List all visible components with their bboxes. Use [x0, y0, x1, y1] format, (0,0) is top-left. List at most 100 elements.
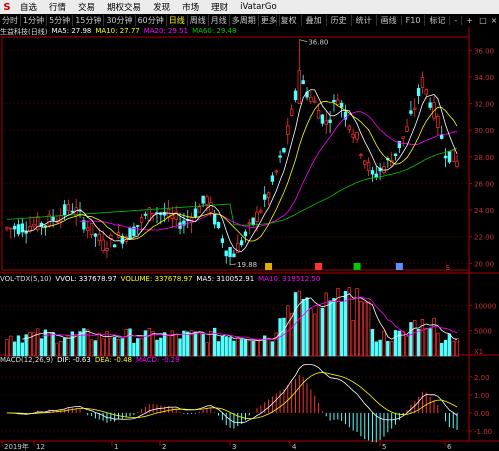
candle-body [313, 100, 317, 103]
candle-body [286, 125, 290, 135]
vol-ma5-value: MA5: 310052.91 [196, 275, 255, 283]
volume-bar [255, 340, 259, 357]
low-label: 19.88 [237, 261, 257, 269]
candle-body [266, 192, 271, 199]
price-legend: 生益科技(日线) MA5: 27.98 MA10: 27.77 MA20: 29… [0, 27, 236, 37]
x-tick-label: 5 [382, 443, 386, 451]
volume-bar [351, 320, 355, 357]
volume-bar [320, 307, 325, 357]
volume-bar [439, 342, 444, 357]
volume-bar [366, 301, 371, 357]
macd-tick-label: 1.00 [474, 392, 490, 400]
candle-body [374, 173, 378, 178]
candle-body [143, 213, 148, 216]
x-tick-label: 2019年 [4, 442, 29, 451]
candle-body [139, 217, 144, 223]
macd-legend: MACD(12,26,9) DIF: -0.63 DEA: -0.48 MACD… [0, 356, 180, 366]
price-tick-label: 24.00 [474, 207, 494, 215]
volume-bar [178, 338, 182, 357]
candle-body [136, 225, 140, 227]
candle-body [309, 96, 313, 103]
ma60-value: MA60: 29.48 [192, 27, 237, 35]
candle-body [351, 133, 355, 138]
volume-bar [159, 337, 163, 357]
stock-name: 生益科技(日线) [0, 28, 48, 36]
volume-bar [301, 299, 305, 357]
candle-body [259, 210, 263, 213]
volume-bar [243, 339, 248, 357]
volume-bar [136, 338, 140, 357]
candle-body [128, 227, 132, 239]
volume-bar [428, 328, 432, 357]
volume-bar [409, 322, 413, 357]
macd-tick-label: 0.00 [474, 410, 490, 418]
macd-tick-label: 2.00 [474, 374, 490, 382]
x-tick-label: 1 [114, 443, 118, 451]
volume-bar [328, 300, 332, 357]
candle-body [243, 231, 248, 237]
x-tick-label: 12 [36, 443, 45, 451]
volume-bar [209, 330, 213, 357]
candle-body [89, 223, 94, 235]
volume-bar [309, 308, 313, 357]
candle-body [439, 134, 444, 139]
candle-body [209, 202, 213, 213]
high-label: 36.80 [308, 39, 328, 47]
volume-bar [378, 339, 382, 357]
volume-bar [359, 301, 363, 357]
candle-body [220, 238, 225, 243]
volume-bar [93, 340, 98, 357]
candle-body [105, 248, 109, 251]
volume-bar [124, 328, 128, 357]
volume-bar [224, 336, 228, 357]
volume-bar [109, 337, 113, 357]
candle-body [336, 99, 340, 105]
candle-body [455, 160, 459, 167]
volume-bar [147, 327, 151, 357]
volume-bar [393, 330, 398, 357]
kline-chart[interactable]: 36.0034.0032.0030.0028.0026.0024.0022.00… [0, 0, 499, 451]
ma60-line [6, 147, 458, 226]
candle-body [370, 170, 375, 175]
candle-body [97, 233, 101, 242]
candle-body [359, 154, 363, 156]
candle-body [332, 99, 336, 103]
volume-bar [174, 334, 178, 357]
volume-bar [370, 328, 375, 357]
volume-bar [36, 328, 40, 357]
volume-bar [112, 337, 117, 357]
volume-bar [432, 317, 436, 357]
volume-bar [247, 340, 252, 357]
price-tick-label: 20.00 [474, 260, 494, 268]
macd-tick-label: -1.00 [474, 428, 492, 436]
candle-body [413, 107, 417, 110]
volume-bar [216, 341, 221, 357]
price-tick-label: 32.00 [474, 101, 494, 109]
candle-body [9, 227, 13, 230]
volume-bar [232, 340, 236, 357]
candle-body [328, 119, 332, 123]
candle-body [247, 222, 252, 225]
volume-value: VOLUME: 337678.97 [120, 275, 193, 283]
ma20-value: MA20: 29.51 [143, 27, 189, 35]
price-panel-frame [1, 36, 470, 271]
volume-bar [297, 290, 302, 357]
volume-bar [97, 332, 101, 357]
candle-body [316, 110, 321, 119]
ma10-value: MA10: 27.77 [95, 27, 140, 35]
candle-body [112, 244, 117, 248]
candle-body [424, 89, 428, 95]
volume-bar [266, 337, 271, 357]
volume-legend: VOL-TDX(5,10) VVOL: 337678.97 VOLUME: 33… [0, 275, 320, 285]
candle-body [282, 148, 286, 153]
candle-body [409, 110, 413, 114]
candle-body [5, 227, 9, 230]
candle-body [59, 215, 63, 222]
volume-bar [382, 330, 386, 357]
volume-bar [66, 335, 71, 357]
candle-body [212, 213, 217, 225]
dea-line [6, 372, 458, 420]
volume-bar [305, 297, 309, 357]
vol-tick-label: 10000 [474, 302, 496, 310]
ma20-line [80, 111, 458, 231]
